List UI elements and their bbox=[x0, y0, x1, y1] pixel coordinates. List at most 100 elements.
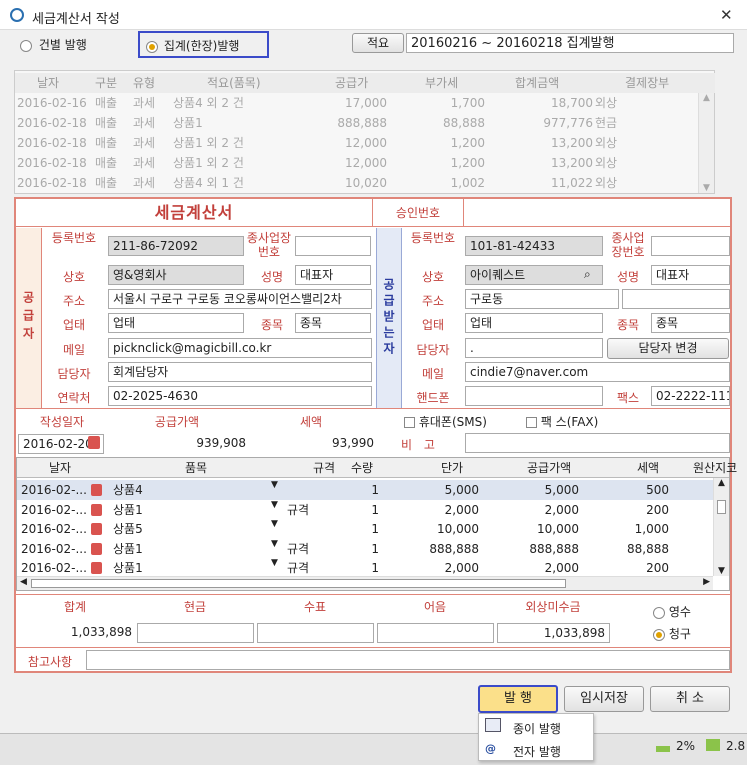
receiver-biz-input[interactable]: 업태 bbox=[465, 313, 603, 333]
receiver-phone-input[interactable] bbox=[465, 386, 603, 406]
temp-save-button[interactable]: 임시저장 bbox=[564, 686, 644, 712]
table-cell: 과세 bbox=[133, 156, 156, 170]
supplier-addr-input[interactable]: 서울시 구로구 구로동 코오롱싸이언스밸리2차 bbox=[108, 289, 372, 309]
scroll-down-icon[interactable]: ▼ bbox=[699, 183, 714, 193]
items-hscroll-thumb[interactable] bbox=[31, 579, 566, 588]
supplier-contact-input[interactable]: 02-2025-4630 bbox=[108, 386, 372, 406]
receiver-fax-input[interactable]: 02-2222-1111 bbox=[651, 386, 730, 406]
chevron-down-icon[interactable]: ▼ bbox=[271, 519, 278, 529]
table-cell: 과세 bbox=[133, 96, 156, 110]
chevron-down-icon[interactable]: ▼ bbox=[271, 539, 278, 549]
receiver-name-input[interactable]: 아이퀘스트 bbox=[465, 265, 603, 285]
ref-input[interactable] bbox=[86, 650, 730, 670]
calendar-icon[interactable] bbox=[88, 436, 100, 449]
items-scroll-left-icon[interactable]: ◀ bbox=[20, 577, 27, 587]
receiver-search-icon[interactable]: ⌕ bbox=[584, 267, 591, 282]
receiver-manager-input[interactable]: . bbox=[465, 338, 603, 358]
receiver-addr-detail-input[interactable] bbox=[622, 289, 730, 309]
calendar-icon[interactable] bbox=[91, 562, 102, 574]
close-icon[interactable]: ✕ bbox=[720, 6, 733, 24]
table-row[interactable]: 2016-02-... 상품1 규격 1 888,888 888,888 88,888 ▼ bbox=[17, 539, 713, 559]
supplier-biz-input[interactable]: 업태 bbox=[108, 313, 244, 333]
supplier-reg-input[interactable]: 211-86-72092 bbox=[108, 236, 244, 256]
fax-checkbox[interactable]: 팩 스(FAX) bbox=[526, 413, 598, 430]
supplier-branch-input[interactable] bbox=[295, 236, 371, 256]
table-row[interactable]: 2016-02-... 상품4 1 5,000 5,000 500 ▼ bbox=[17, 480, 713, 500]
table-cell: 88,888 bbox=[443, 116, 485, 130]
receiver-item-input[interactable]: 종목 bbox=[651, 313, 730, 333]
issue-button[interactable]: 발 행 bbox=[478, 685, 558, 713]
claim-radio-icon[interactable] bbox=[653, 628, 665, 641]
supplier-branch-label: 종사업장번호 bbox=[246, 231, 292, 259]
calendar-icon[interactable] bbox=[91, 484, 102, 496]
radio-individual-icon[interactable] bbox=[20, 39, 32, 52]
supplier-ceo-input[interactable]: 대표자 bbox=[295, 265, 371, 285]
table-cell: 상품1 bbox=[113, 561, 143, 575]
radio-summary-icon[interactable] bbox=[146, 40, 158, 53]
table-cell: 2,000 bbox=[444, 502, 479, 517]
table-cell: 2016-02-18 bbox=[17, 156, 87, 170]
check-input[interactable] bbox=[257, 623, 374, 643]
receiver-biz-label: 업태 bbox=[421, 318, 445, 332]
fax-checkbox-icon[interactable] bbox=[526, 417, 537, 428]
receiver-ceo-input[interactable]: 대표자 bbox=[651, 265, 730, 285]
credit-input[interactable]: 1,033,898 bbox=[497, 623, 610, 643]
transaction-grid: 날자 구분 유형 적요(품목) 공급가 부가세 합계금액 결제장부 2016-0… bbox=[14, 70, 715, 194]
calendar-icon[interactable] bbox=[91, 503, 102, 516]
supplier-manager-input[interactable]: 회계담당자 bbox=[108, 362, 372, 382]
cancel-button[interactable]: 취 소 bbox=[650, 686, 730, 712]
table-row[interactable]: 2016-02-18 매출 과세 상품1 외 2 건 12,000 1,200 13,200… bbox=[15, 153, 715, 173]
items-scroll-up-icon[interactable]: ▲ bbox=[714, 478, 729, 488]
items-scroll-down-icon[interactable]: ▼ bbox=[714, 566, 729, 576]
approval-label: 승인번호 bbox=[372, 199, 464, 227]
table-row[interactable]: 2016-02-18 매출 과세 상품1 외 2 건 12,000 1,200 13,200… bbox=[15, 133, 715, 153]
supplier-side-label: 공급자 bbox=[16, 228, 42, 408]
table-cell: 1 bbox=[371, 541, 379, 556]
receiver-reg-input[interactable]: 101-81-42433 bbox=[465, 236, 603, 256]
summary-input[interactable]: 20160216 ~ 20160218 집계발행 bbox=[406, 33, 734, 53]
scroll-up-icon[interactable]: ▲ bbox=[699, 93, 714, 103]
receiver-branch-input[interactable] bbox=[651, 236, 730, 256]
table-row[interactable]: 2016-02-16 매출 과세 상품4 외 2 건 17,000 1,700 18,700… bbox=[15, 93, 715, 113]
supplier-item-input[interactable]: 종목 bbox=[295, 313, 371, 333]
supplier-name-input[interactable]: 영&영회사 bbox=[108, 265, 244, 285]
sms-checkbox[interactable]: 휴대폰(SMS) bbox=[404, 413, 487, 430]
menu-paper-issue[interactable]: 종이 발행 bbox=[513, 720, 561, 737]
supply-label: 공급가액 bbox=[154, 415, 200, 429]
items-vertical-scrollbar[interactable]: ▲ ▼ bbox=[713, 478, 729, 576]
receipt-radio-icon[interactable] bbox=[653, 606, 665, 619]
sms-checkbox-icon[interactable] bbox=[404, 417, 415, 428]
calendar-icon[interactable] bbox=[91, 542, 102, 555]
receipt-option[interactable]: 영수 bbox=[653, 603, 691, 620]
menu-electronic-issue[interactable]: 전자 발행 bbox=[513, 743, 561, 760]
summary-label-button[interactable]: 적요 bbox=[352, 33, 404, 53]
table-row[interactable]: 2016-02-... 상품1 규격 1 2,000 2,000 200 ▼ bbox=[17, 500, 713, 520]
note-input[interactable] bbox=[377, 623, 494, 643]
items-scroll-right-icon[interactable]: ▶ bbox=[703, 577, 710, 587]
cash-input[interactable] bbox=[137, 623, 254, 643]
calendar-icon[interactable] bbox=[91, 523, 102, 535]
receiver-addr-input[interactable]: 구로동 bbox=[465, 289, 619, 309]
option-individual[interactable]: 건별 발행 bbox=[20, 36, 87, 53]
approval-input[interactable] bbox=[464, 199, 730, 227]
table-row[interactable]: 2016-02-18 매출 과세 상품4 외 1 건 10,020 1,002 11,022… bbox=[15, 173, 715, 193]
table-row[interactable]: 2016-02-... 상품1 규격 1 2,000 2,000 200 ▼ bbox=[17, 558, 713, 578]
total-value: 1,033,898 bbox=[70, 625, 132, 639]
option-summary[interactable]: 집계(한장)발행 bbox=[138, 31, 269, 58]
check-label: 수표 bbox=[303, 600, 327, 614]
vertical-scrollbar[interactable]: ▲ ▼ bbox=[698, 93, 714, 193]
remark-input[interactable] bbox=[465, 433, 730, 453]
table-row[interactable]: 2016-02-18 매출 과세 상품1 888,888 88,888 977,776 현금 bbox=[15, 113, 715, 133]
table-cell: 1 bbox=[371, 502, 379, 517]
chevron-down-icon[interactable]: ▼ bbox=[271, 500, 278, 510]
manager-change-button[interactable]: 담당자 변경 bbox=[607, 338, 729, 359]
items-horizontal-scrollbar[interactable]: ◀ ▶ bbox=[17, 576, 713, 590]
table-row[interactable]: 2016-02-... 상품5 1 10,000 10,000 1,000 ▼ bbox=[17, 519, 713, 539]
supplier-mail-input[interactable]: picknclick@magicbill.co.kr bbox=[108, 338, 372, 358]
items-scroll-thumb[interactable] bbox=[717, 500, 726, 514]
claim-option[interactable]: 청구 bbox=[653, 625, 691, 642]
receiver-mail-input[interactable]: cindie7@naver.com bbox=[465, 362, 730, 382]
chevron-down-icon[interactable]: ▼ bbox=[271, 558, 278, 568]
chevron-down-icon[interactable]: ▼ bbox=[271, 480, 278, 490]
table-cell: 외상 bbox=[595, 176, 618, 190]
